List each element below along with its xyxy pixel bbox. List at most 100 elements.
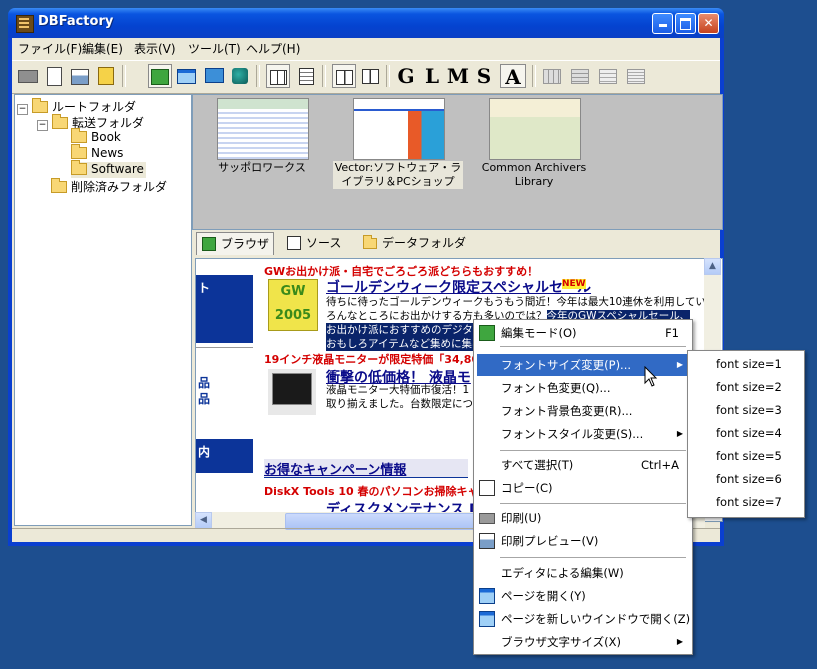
thumbnail-pane: サッポロワークス Vector:ソフトウェア・ライブラリ＆PCショップ Comm…: [192, 94, 723, 230]
list-view-button[interactable]: [294, 64, 318, 88]
menu-bar: ファイル(F) 編集(E) 表示(V) ツール(T) ヘルプ(H): [12, 38, 720, 58]
menu-help[interactable]: ヘルプ(H): [246, 40, 300, 57]
table-icon: [571, 69, 589, 84]
folder-icon: [52, 114, 68, 129]
menu-item-copy[interactable]: コピー(C): [477, 477, 689, 499]
minimize-button[interactable]: [652, 13, 673, 34]
sidebar-text: 品: [198, 376, 211, 390]
print-preview-button[interactable]: [68, 64, 92, 88]
thumbnail-vector[interactable]: [353, 98, 445, 160]
search-button[interactable]: [94, 64, 118, 88]
folder-icon: [71, 128, 87, 143]
thumbnail-sapporo[interactable]: [217, 98, 309, 160]
table-button-3[interactable]: [596, 64, 620, 88]
menu-item-open-page[interactable]: ページを開く(Y): [477, 585, 689, 607]
split-vertical-icon: [361, 69, 379, 84]
printer-icon: [18, 70, 38, 83]
thumbnail-view-button[interactable]: [266, 64, 290, 88]
menu-item-browser-text-size[interactable]: ブラウザ文字サイズ(X) ▶: [477, 631, 689, 653]
print-preview-icon: [479, 533, 495, 549]
menu-item-print-preview[interactable]: 印刷プレビュー(V): [477, 530, 689, 552]
submenu-font-size-6[interactable]: font size=6: [689, 468, 802, 491]
thumbnail-label-selected: Vector:ソフトウェア・ライブラリ＆PCショップ: [333, 161, 463, 189]
app-icon: [16, 15, 34, 33]
menu-view[interactable]: 表示(V): [134, 40, 176, 57]
folder-icon: [363, 235, 377, 249]
browser-button[interactable]: [174, 64, 198, 88]
tab-source[interactable]: ソース: [282, 232, 352, 255]
toolbar: G L M S A: [12, 60, 720, 94]
font-size-submenu: font size=1 font size=2 font size=3 font…: [687, 350, 805, 518]
submenu-font-size-2[interactable]: font size=2: [689, 376, 802, 399]
scroll-up-icon[interactable]: ▲: [704, 258, 721, 275]
split-horizontal-button[interactable]: [332, 64, 356, 88]
split-pane-icon: [335, 70, 353, 85]
menu-file[interactable]: ファイル(F): [18, 40, 82, 57]
table-icon: [543, 69, 561, 84]
submenu-font-size-4[interactable]: font size=4: [689, 422, 802, 445]
letter-m-button[interactable]: M: [446, 64, 470, 88]
monitor-button[interactable]: [202, 64, 226, 88]
menu-item-font-style[interactable]: フォントスタイル変更(S)... ▶: [477, 423, 689, 445]
table-button-2[interactable]: [568, 64, 592, 88]
print-button[interactable]: [16, 64, 40, 88]
thumbnail-common-archivers[interactable]: [489, 98, 581, 160]
menu-item-font-bg-color[interactable]: フォント背景色変更(R)...: [477, 400, 689, 422]
menu-edit[interactable]: 編集(E): [82, 40, 123, 57]
letter-s-button[interactable]: S: [472, 64, 496, 88]
network-icon: [232, 68, 248, 84]
body-text: 取り揃えました。台数限定につき: [326, 398, 484, 410]
window-title: DBFactory: [38, 14, 114, 29]
thumbnail-label: サッポロワークス: [218, 161, 306, 174]
minimize-icon: [658, 24, 667, 27]
submenu-font-size-1[interactable]: font size=1: [689, 353, 802, 376]
tree-item-root[interactable]: − ルートフォルダ: [17, 98, 136, 115]
campaign-link[interactable]: お得なキャンペーン情報: [264, 459, 406, 478]
menu-item-edit-mode[interactable]: 編集モード(O) F1: [477, 322, 689, 344]
sidebar-text: 品: [198, 392, 211, 406]
folder-icon: [32, 98, 48, 113]
preview-button[interactable]: [42, 64, 66, 88]
letter-g-button[interactable]: G: [394, 64, 418, 88]
tree-item-inbox[interactable]: − 転送フォルダ: [37, 114, 144, 131]
table-button-1[interactable]: [540, 64, 564, 88]
thumbnail-label: Common Archivers Library: [481, 161, 587, 188]
network-button[interactable]: [228, 64, 252, 88]
letter-l-button[interactable]: L: [420, 64, 444, 88]
tab-data-folder[interactable]: データフォルダ: [358, 232, 474, 255]
menu-item-open-new-window[interactable]: ページを新しいウインドウで開く(Z): [477, 608, 690, 630]
menu-tools[interactable]: ツール(T): [188, 40, 241, 57]
body-text: 待ちに待ったゴールデンウィークもうもう間近！今年は最大10連休を利用してい: [326, 296, 706, 308]
edit-mode-button[interactable]: [148, 64, 172, 88]
collapse-icon[interactable]: −: [37, 120, 48, 131]
menu-item-select-all[interactable]: すべて選択(T) Ctrl+A: [477, 454, 689, 476]
title-bar[interactable]: DBFactory ✕: [8, 8, 724, 38]
tab-browser[interactable]: ブラウザ: [196, 232, 274, 255]
maximize-button[interactable]: [675, 13, 696, 34]
submenu-arrow-icon: ▶: [676, 429, 683, 438]
tree-item-software[interactable]: Software: [71, 160, 146, 178]
collapse-icon[interactable]: −: [17, 104, 28, 115]
document-icon: [298, 68, 314, 85]
submenu-font-size-3[interactable]: font size=3: [689, 399, 802, 422]
menu-item-print[interactable]: 印刷(U): [477, 507, 689, 529]
body-text: 液晶モニター大特価市復活！1: [326, 384, 470, 396]
monitor-image[interactable]: [268, 369, 316, 415]
menu-item-editor-edit[interactable]: エディタによる編集(W): [477, 562, 689, 584]
submenu-font-size-5[interactable]: font size=5: [689, 445, 802, 468]
letter-a-button[interactable]: A: [500, 64, 526, 89]
close-button[interactable]: ✕: [698, 13, 719, 34]
edit-mode-icon: [479, 325, 495, 341]
table-button-4[interactable]: [624, 64, 648, 88]
gw-badge[interactable]: GW 2005: [268, 279, 318, 331]
tree-item-trash[interactable]: 削除済みフォルダ: [51, 178, 167, 194]
split-vertical-button[interactable]: [358, 64, 382, 88]
context-menu: 編集モード(O) F1 フォントサイズ変更(P)... ▶ フォント色変更(Q)..…: [473, 319, 693, 655]
banner-text: 19インチ液晶モニターが限定特価「34,80: [264, 353, 480, 366]
headline-link[interactable]: ゴールデンウィーク限定スペシャルセール: [326, 277, 591, 297]
pencil-icon: [287, 236, 301, 250]
scroll-left-icon[interactable]: ◀: [195, 512, 212, 529]
submenu-font-size-7[interactable]: font size=7: [689, 491, 802, 514]
thumbnails-icon: [269, 70, 287, 85]
search-icon: [98, 67, 114, 85]
